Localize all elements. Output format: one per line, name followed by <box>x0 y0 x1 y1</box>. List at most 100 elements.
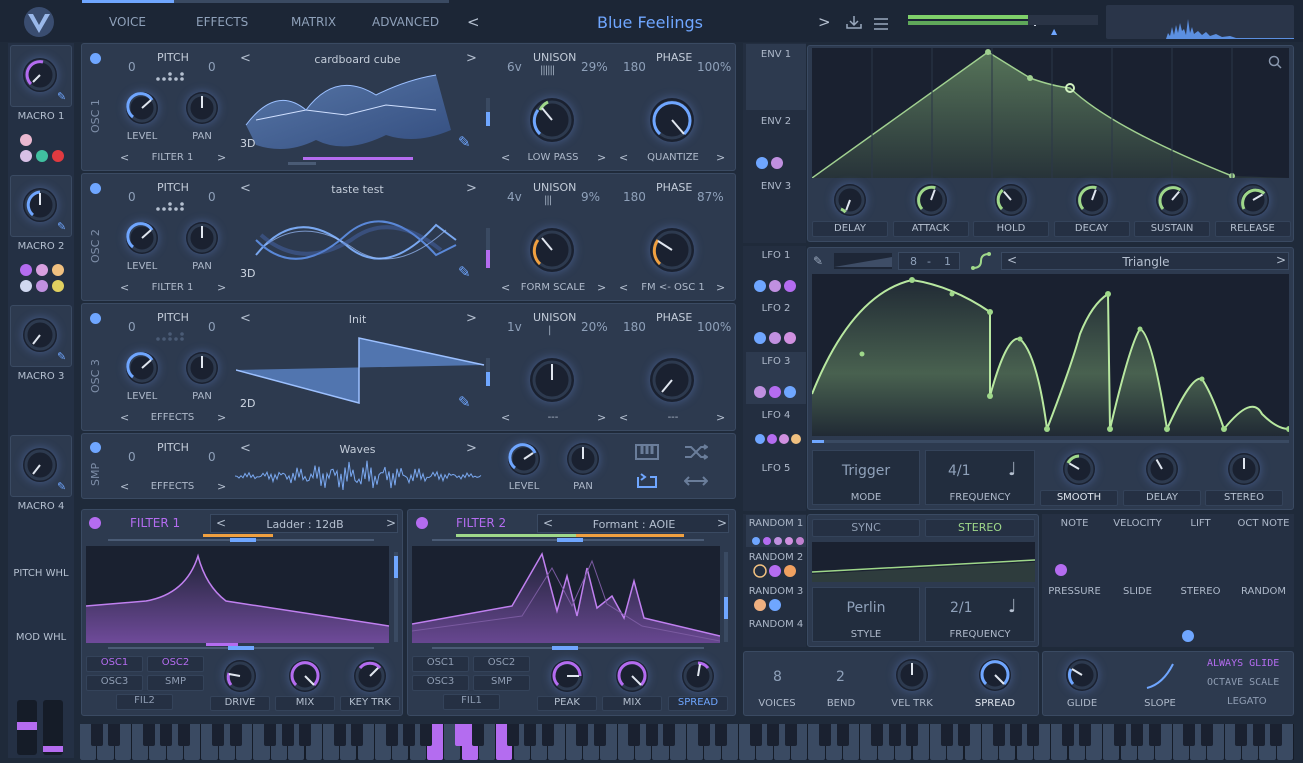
osc-1-mod2-prev[interactable]: < <box>619 151 628 164</box>
osc-2-view-mode[interactable]: 3D <box>240 267 255 280</box>
black-key[interactable] <box>697 724 710 746</box>
osc-1-unison-knob[interactable] <box>530 98 574 142</box>
osc-3-mod2-label[interactable]: --- <box>635 412 711 423</box>
env-hold-knob[interactable] <box>995 184 1027 216</box>
preset-next-button[interactable]: > <box>818 13 831 31</box>
volume-handle-icon[interactable]: ▲ <box>1051 27 1057 36</box>
env-release-knob[interactable] <box>1236 184 1269 216</box>
osc-3-mod1-prev[interactable]: < <box>501 411 510 424</box>
black-key[interactable] <box>871 724 884 746</box>
tab-effects[interactable]: EFFECTS <box>196 15 248 29</box>
black-key[interactable] <box>229 724 242 746</box>
note-icon[interactable]: ♩ <box>1008 459 1017 480</box>
lfo-smooth-knob[interactable] <box>1063 453 1095 485</box>
osc-3-pitch-fine[interactable]: 0 <box>208 320 216 334</box>
osc-3-enable-toggle[interactable] <box>90 313 101 324</box>
black-key[interactable] <box>836 724 849 746</box>
edit-wavetable-icon[interactable]: ✎ <box>458 393 471 411</box>
sample-prev-button[interactable]: < <box>240 441 251 456</box>
black-key[interactable] <box>333 724 346 746</box>
env-attack-knob[interactable] <box>914 184 947 216</box>
filter-1-src-fil2[interactable]: FIL2 <box>116 694 173 710</box>
random-stereo-button[interactable]: STEREO <box>925 519 1035 537</box>
macro-2-knob[interactable] <box>23 188 57 222</box>
filter-2-cutoff-slider[interactable] <box>432 538 704 542</box>
macro-3-knob[interactable] <box>23 318 57 352</box>
lfo-2-tab[interactable]: LFO 2 <box>746 303 806 314</box>
osc-1-pan-knob[interactable] <box>186 92 218 124</box>
macro-1-knob[interactable] <box>23 58 57 92</box>
lfo-1-tab[interactable]: LFO 1 <box>746 250 806 261</box>
filter-2-mix-knob[interactable] <box>616 660 648 692</box>
black-key[interactable] <box>1148 724 1161 746</box>
black-key[interactable] <box>957 724 970 746</box>
osc-3-unison-voices[interactable]: 1v <box>507 320 522 334</box>
osc-2-phase-random[interactable]: 87% <box>697 190 724 204</box>
osc-1-mod1-prev[interactable]: < <box>501 151 510 164</box>
random-sync-button[interactable]: SYNC <box>812 519 920 537</box>
filter-1-drive-knob[interactable] <box>224 660 256 692</box>
mod-src-random[interactable]: RANDOM <box>1232 586 1295 597</box>
osc-3-mod2-prev[interactable]: < <box>619 411 628 424</box>
random-phase-icon[interactable] <box>684 444 709 460</box>
black-key[interactable] <box>888 724 901 746</box>
mod-wheel[interactable] <box>43 700 63 755</box>
osc-1-phase-random[interactable]: 100% <box>697 60 731 74</box>
mod-src-pressure[interactable]: PRESSURE <box>1043 586 1106 597</box>
black-key[interactable] <box>524 724 537 746</box>
osc-1-unison-voices[interactable]: 6v <box>507 60 522 74</box>
filter-1-src-osc2[interactable]: OSC2 <box>147 656 204 672</box>
osc-2-unison-voices[interactable]: 4v <box>507 190 522 204</box>
env-decay-knob[interactable] <box>1075 184 1108 216</box>
filter-2-src-smp[interactable]: SMP <box>473 675 530 691</box>
osc-2-pitch-fine[interactable]: 0 <box>208 190 216 204</box>
filter-1-blend-slider[interactable] <box>108 646 374 650</box>
sample-route-next[interactable]: > <box>217 480 226 493</box>
sample-name[interactable]: Waves <box>310 443 405 456</box>
lfo-4-tab[interactable]: LFO 4 <box>746 410 806 421</box>
filter-2-peak-knob[interactable] <box>551 660 583 692</box>
osc-1-wavetable-display[interactable] <box>236 65 486 155</box>
macro-4-knob[interactable] <box>23 448 57 482</box>
edit-icon[interactable]: ✎ <box>57 90 66 103</box>
black-key[interactable] <box>177 724 190 746</box>
mod-src-velocity[interactable]: VELOCITY <box>1106 518 1169 529</box>
black-key[interactable] <box>1252 724 1265 746</box>
black-key[interactable] <box>108 724 121 746</box>
mod-src-note[interactable]: NOTE <box>1043 518 1106 529</box>
osc-1-pitch-coarse[interactable]: 0 <box>128 60 136 74</box>
lfo-shape-selector[interactable]: < Triangle > <box>1001 252 1289 270</box>
filter-2-enable-toggle[interactable] <box>416 517 428 529</box>
black-key[interactable] <box>1270 724 1283 746</box>
black-key[interactable] <box>142 724 155 746</box>
filter-2-src-osc2[interactable]: OSC2 <box>473 656 530 672</box>
osc-2-pan-knob[interactable] <box>186 222 218 254</box>
black-key[interactable] <box>1027 724 1040 746</box>
edit-wavetable-icon[interactable]: ✎ <box>458 133 471 151</box>
voices-value[interactable]: 8 <box>773 669 782 685</box>
osc-2-mod2-next[interactable]: > <box>716 281 725 294</box>
keytrack-icon[interactable] <box>635 444 659 460</box>
osc-1-enable-toggle[interactable] <box>90 53 101 64</box>
black-key[interactable] <box>645 724 658 746</box>
lfo-paint-icon[interactable]: ✎ <box>813 254 829 268</box>
lfo-phase-slider[interactable] <box>812 440 1289 443</box>
black-key[interactable] <box>455 724 468 746</box>
tab-voice[interactable]: VOICE <box>109 15 146 29</box>
loop-icon[interactable] <box>635 471 659 489</box>
black-key[interactable] <box>663 724 676 746</box>
lfo-grid-x[interactable]: 8 <box>910 255 917 268</box>
filter-1-type-selector[interactable]: < Ladder : 12dB > <box>210 514 398 533</box>
bounce-icon[interactable] <box>683 473 709 487</box>
vel-track-knob[interactable] <box>896 659 928 691</box>
sample-pan-knob[interactable] <box>567 443 599 475</box>
black-key[interactable] <box>298 724 311 746</box>
slope-curve[interactable] <box>1145 662 1175 690</box>
osc-1-phase-value[interactable]: 180 <box>623 60 646 74</box>
black-key[interactable] <box>472 724 485 746</box>
osc-2-mod1-next[interactable]: > <box>597 281 606 294</box>
osc-1-pitch-fine[interactable]: 0 <box>208 60 216 74</box>
black-key[interactable] <box>507 724 520 746</box>
octave-scale-toggle[interactable]: OCTAVE SCALE <box>1207 677 1279 688</box>
osc-1-wave-next[interactable]: > <box>466 51 477 66</box>
